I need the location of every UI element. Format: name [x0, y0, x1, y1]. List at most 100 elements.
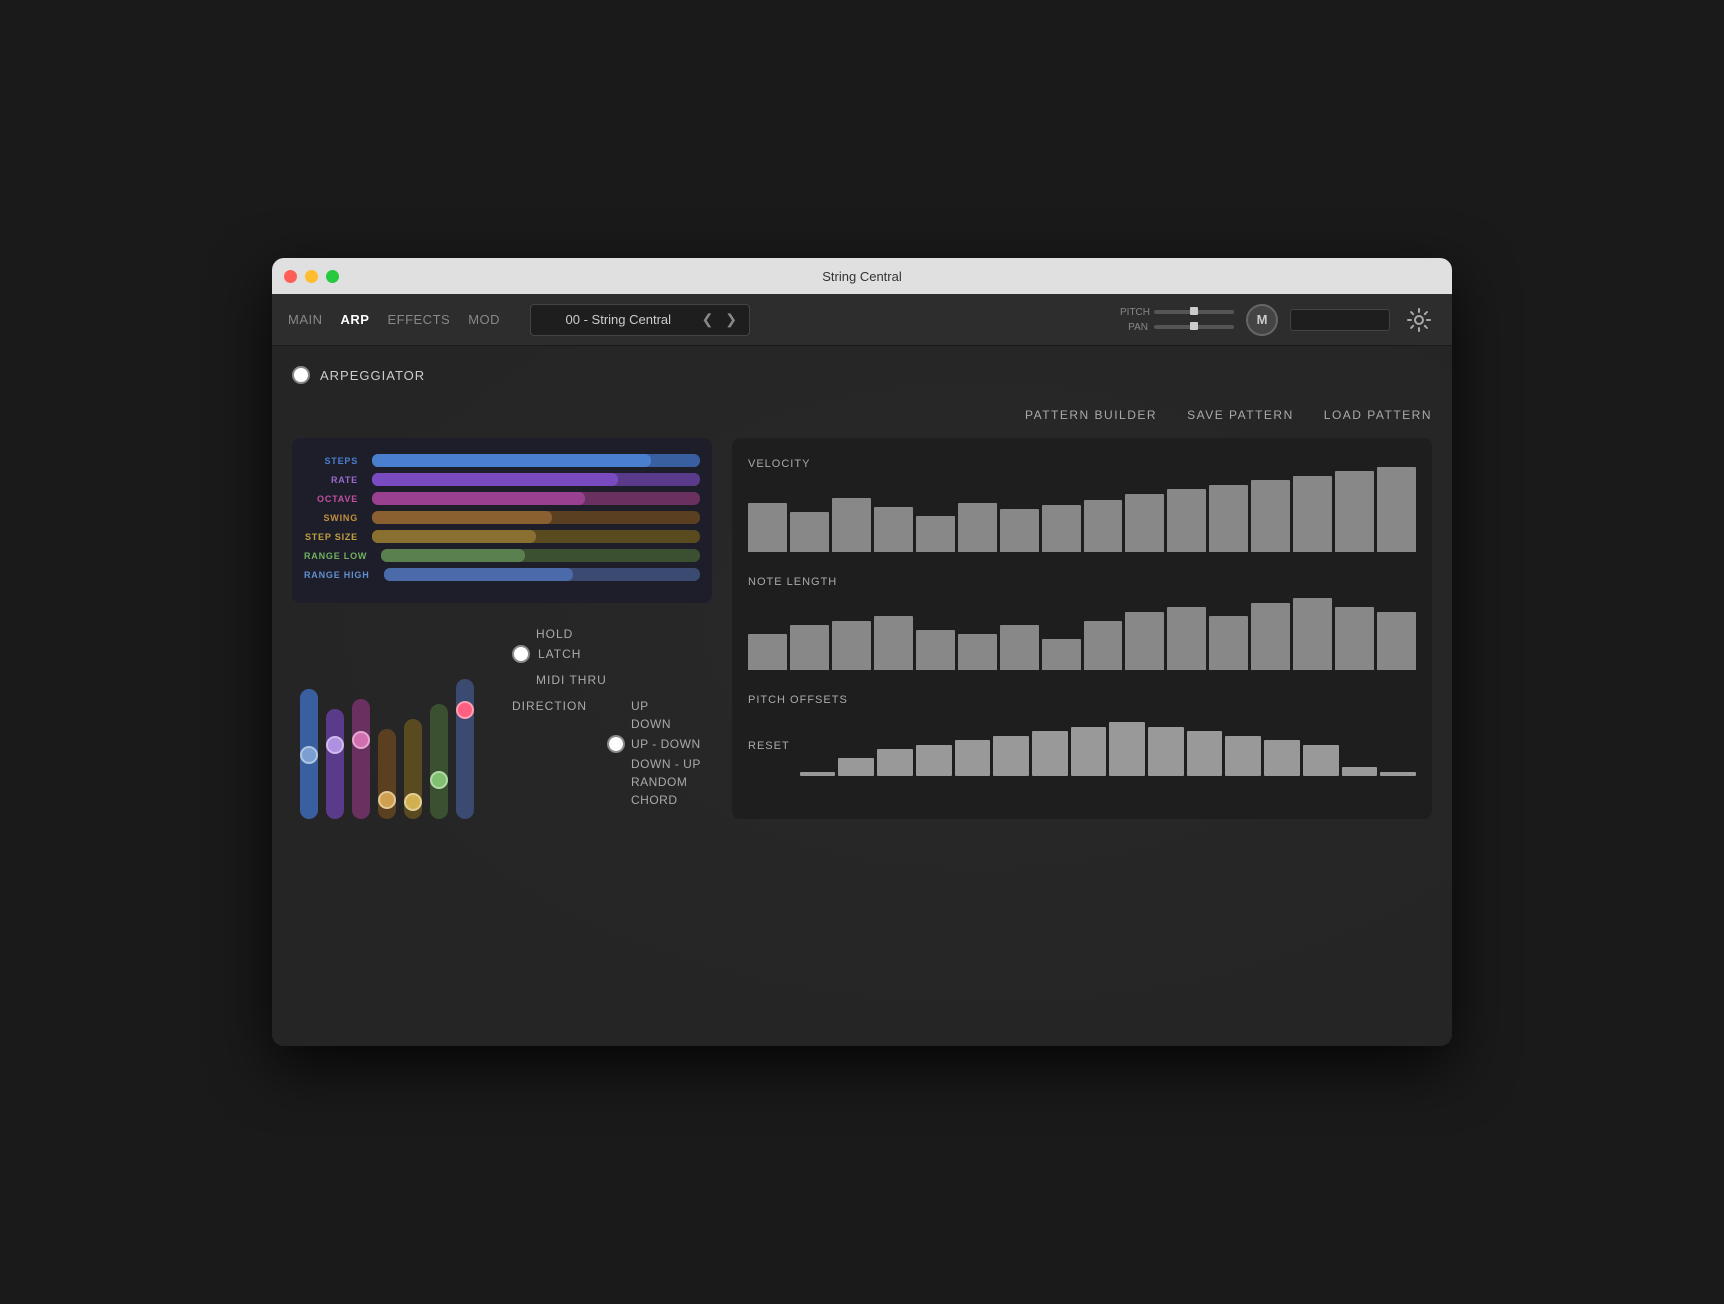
hold-label: HOLD — [536, 627, 701, 641]
steps-label: STEPS — [304, 456, 364, 466]
dir-down[interactable]: DOWN — [631, 717, 701, 731]
arp-toggle-dot[interactable] — [292, 366, 310, 384]
pitch-thumb — [1190, 307, 1198, 315]
pan-slider[interactable] — [1154, 325, 1234, 329]
pitch-pan-area: PITCH PAN — [1120, 307, 1234, 333]
notelength-chart[interactable] — [748, 590, 1416, 670]
pitch-row: RESET — [748, 716, 1416, 776]
settings-button[interactable] — [1402, 303, 1436, 337]
pitch-label: PITCH — [1120, 307, 1148, 318]
latch-radio[interactable] — [512, 645, 530, 663]
pitch-slider[interactable] — [1154, 310, 1234, 314]
dir-downup[interactable]: DOWN - UP — [631, 757, 701, 771]
m-button[interactable]: M — [1246, 304, 1278, 336]
tab-main[interactable]: MAIN — [288, 308, 323, 331]
swing-label: SWING — [304, 513, 364, 523]
stepsize-label: STEP SIZE — [304, 532, 364, 542]
rangehigh-slider[interactable] — [384, 568, 700, 581]
vs-rangehigh[interactable] — [456, 639, 474, 819]
window-title: String Central — [822, 269, 901, 284]
minimize-button[interactable] — [305, 270, 318, 283]
vertical-sliders — [292, 619, 482, 819]
octave-label: OCTAVE — [304, 494, 364, 504]
tab-arp[interactable]: ARP — [341, 308, 370, 331]
velocity-chart[interactable] — [748, 472, 1416, 552]
vs-rate[interactable] — [326, 639, 344, 819]
dir-up[interactable]: UP — [631, 699, 701, 713]
pitch-row: PITCH — [1120, 307, 1234, 318]
dir-updown-radio[interactable] — [607, 735, 625, 753]
dir-updown-row: UP - DOWN — [607, 735, 701, 753]
latch-row: LATCH — [512, 645, 701, 663]
rangelow-slider[interactable] — [381, 549, 700, 562]
direction-section: DIRECTION UP DOWN UP - DOWN DOWN - UP — [512, 699, 701, 807]
velocity-label: VELOCITY — [748, 458, 810, 470]
reset-label[interactable]: RESET — [748, 740, 790, 752]
octave-slider-row: OCTAVE — [304, 492, 700, 505]
notelength-section: NOTE LENGTH — [748, 572, 1416, 670]
rangelow-slider-row: RANGE LOW — [304, 549, 700, 562]
vs-octave[interactable] — [352, 639, 370, 819]
dir-chord[interactable]: CHORD — [631, 793, 701, 807]
main-area: STEPS RATE OCTAVE — [292, 438, 1432, 819]
vs-stepsize[interactable] — [404, 639, 422, 819]
preset-prev[interactable]: ❮ — [698, 309, 718, 330]
dir-updown[interactable]: UP - DOWN — [631, 737, 701, 751]
swing-slider[interactable] — [372, 511, 700, 524]
latch-label: LATCH — [538, 647, 581, 661]
velocity-section: VELOCITY — [748, 454, 1416, 552]
vs-rangelow[interactable] — [430, 639, 448, 819]
pitch-offsets-label: PITCH OFFSETS — [748, 694, 848, 706]
octave-slider[interactable] — [372, 492, 700, 505]
arpeggiator-toggle[interactable]: ARPEGGIATOR — [292, 366, 1432, 384]
content-area: ARPEGGIATOR PATTERN BUILDER SAVE PATTERN… — [272, 346, 1452, 1046]
tab-mod[interactable]: MOD — [468, 308, 500, 331]
preset-selector[interactable]: 00 - String Central ❮ ❯ — [530, 304, 750, 336]
nav-tabs: MAIN ARP EFFECTS MOD — [288, 308, 500, 331]
main-window: String Central MAIN ARP EFFECTS MOD 00 -… — [272, 258, 1452, 1046]
load-pattern-btn[interactable]: LOAD PATTERN — [1324, 408, 1432, 422]
midi-thru-label: MIDI THRU — [536, 673, 701, 687]
rate-label: RATE — [304, 475, 364, 485]
steps-slider-row: STEPS — [304, 454, 700, 467]
stepsize-slider[interactable] — [372, 530, 700, 543]
steps-slider[interactable] — [372, 454, 700, 467]
controls-right: HOLD LATCH MIDI THRU DIRECTION — [512, 619, 701, 819]
bottom-left: HOLD LATCH MIDI THRU DIRECTION — [292, 603, 712, 819]
traffic-lights — [284, 270, 339, 283]
pattern-buttons: PATTERN BUILDER SAVE PATTERN LOAD PATTER… — [292, 408, 1432, 422]
tab-effects[interactable]: EFFECTS — [387, 308, 450, 331]
preset-name: 00 - String Central — [539, 312, 698, 327]
toolbar: MAIN ARP EFFECTS MOD 00 - String Central… — [272, 294, 1452, 346]
maximize-button[interactable] — [326, 270, 339, 283]
rate-slider[interactable] — [372, 473, 700, 486]
macro-area[interactable] — [1290, 309, 1390, 331]
rate-slider-row: RATE — [304, 473, 700, 486]
swing-slider-row: SWING — [304, 511, 700, 524]
pan-label: PAN — [1120, 322, 1148, 333]
preset-next[interactable]: ❯ — [721, 309, 741, 330]
pitch-section: PITCH OFFSETS RESET — [748, 690, 1416, 776]
direction-layout: DIRECTION UP DOWN UP - DOWN DOWN - UP — [512, 699, 701, 807]
left-panel: STEPS RATE OCTAVE — [292, 438, 712, 819]
stepsize-slider-row: STEP SIZE — [304, 530, 700, 543]
pan-thumb — [1190, 322, 1198, 330]
sliders-section: STEPS RATE OCTAVE — [292, 438, 712, 603]
rangelow-label: RANGE LOW — [304, 551, 373, 561]
vs-steps[interactable] — [300, 639, 318, 819]
rangehigh-slider-row: RANGE HIGH — [304, 568, 700, 581]
preset-arrows: ❮ ❯ — [698, 309, 741, 330]
arp-label: ARPEGGIATOR — [320, 368, 425, 383]
vs-swing[interactable] — [378, 639, 396, 819]
pitch-chart[interactable] — [800, 716, 1416, 776]
rangehigh-label: RANGE HIGH — [304, 570, 376, 580]
close-button[interactable] — [284, 270, 297, 283]
pattern-builder-btn[interactable]: PATTERN BUILDER — [1025, 408, 1157, 422]
save-pattern-btn[interactable]: SAVE PATTERN — [1187, 408, 1294, 422]
dir-random[interactable]: RANDOM — [631, 775, 701, 789]
pan-row: PAN — [1120, 322, 1234, 333]
hold-section: HOLD LATCH MIDI THRU — [512, 627, 701, 687]
direction-label: DIRECTION — [512, 699, 587, 807]
titlebar: String Central — [272, 258, 1452, 294]
toolbar-right: PITCH PAN M — [1120, 303, 1436, 337]
